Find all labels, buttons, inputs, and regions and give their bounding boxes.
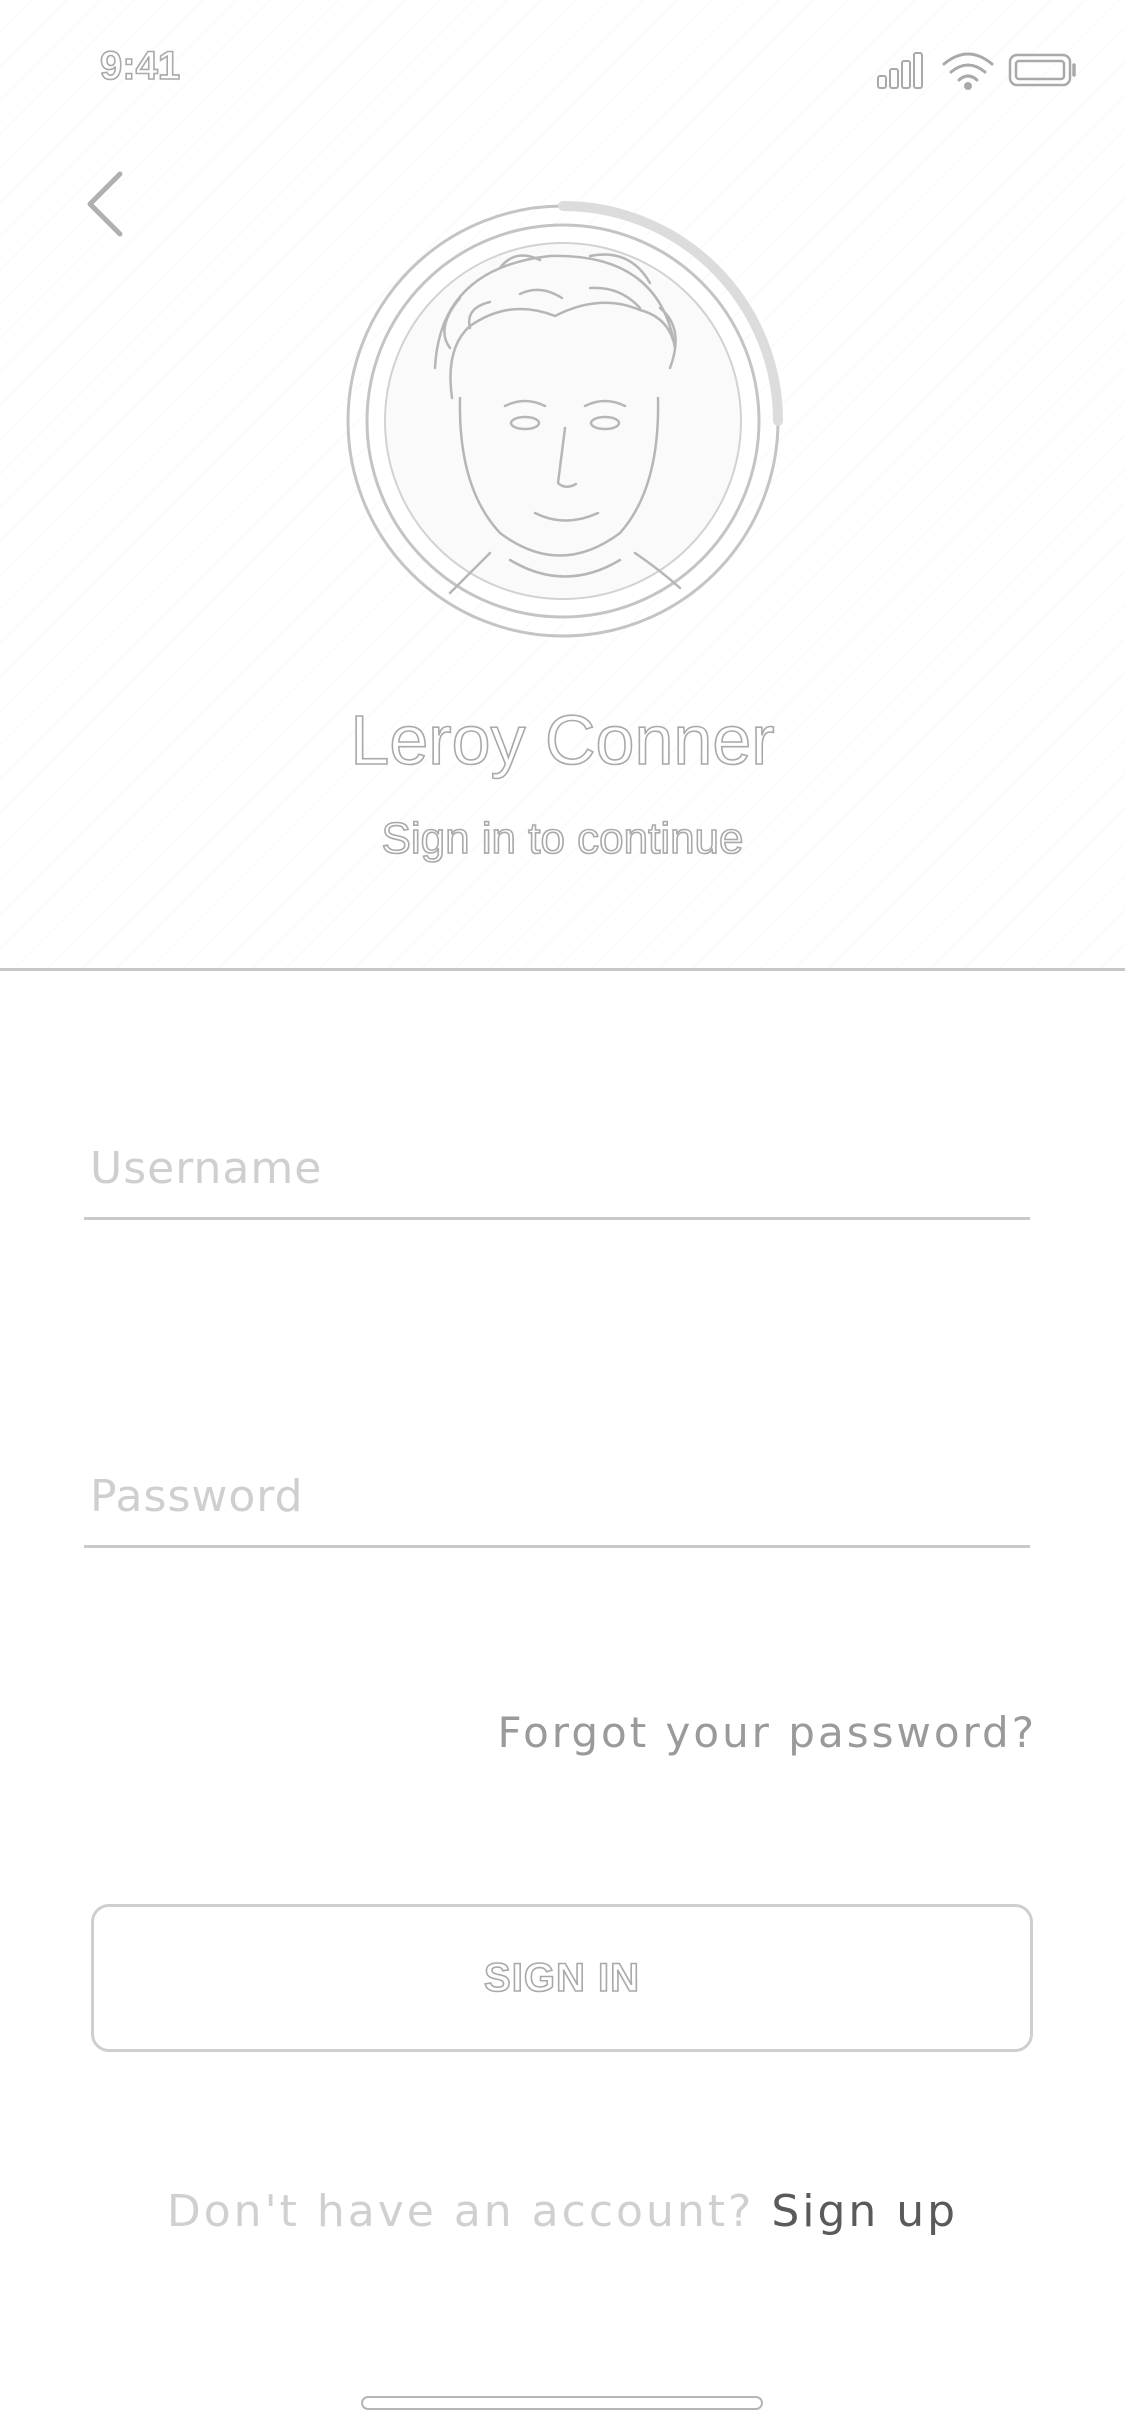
profile-name: Leroy Conner bbox=[350, 700, 776, 780]
sign-in-button-label: SIGN IN bbox=[483, 1955, 640, 2001]
home-indicator[interactable] bbox=[361, 2396, 763, 2410]
wifi-icon bbox=[942, 52, 994, 90]
username-input[interactable] bbox=[84, 1130, 1030, 1220]
password-field bbox=[84, 1458, 1030, 1548]
sign-in-button[interactable]: SIGN IN bbox=[91, 1904, 1033, 2052]
avatar bbox=[340, 198, 786, 644]
cellular-signal-icon bbox=[877, 52, 923, 89]
chevron-left-icon bbox=[87, 171, 123, 237]
signup-question: Don't have an account? bbox=[166, 2186, 755, 2237]
sign-up-link[interactable]: Sign up bbox=[771, 2186, 958, 2237]
profile-subtitle: Sign in to continue bbox=[381, 813, 745, 864]
profile-header: 9:41 Leroy Conner Sign in to continue bbox=[0, 0, 1125, 971]
status-icons bbox=[876, 50, 1081, 92]
password-input[interactable] bbox=[84, 1458, 1030, 1548]
back-button[interactable] bbox=[78, 168, 134, 240]
username-field bbox=[84, 1130, 1030, 1220]
signup-prompt: Don't have an account? Sign up bbox=[0, 2186, 1125, 2237]
forgot-password-link[interactable]: Forgot your password? bbox=[497, 1708, 1037, 1757]
battery-icon bbox=[1008, 53, 1076, 87]
status-time: 9:41 bbox=[99, 43, 181, 89]
